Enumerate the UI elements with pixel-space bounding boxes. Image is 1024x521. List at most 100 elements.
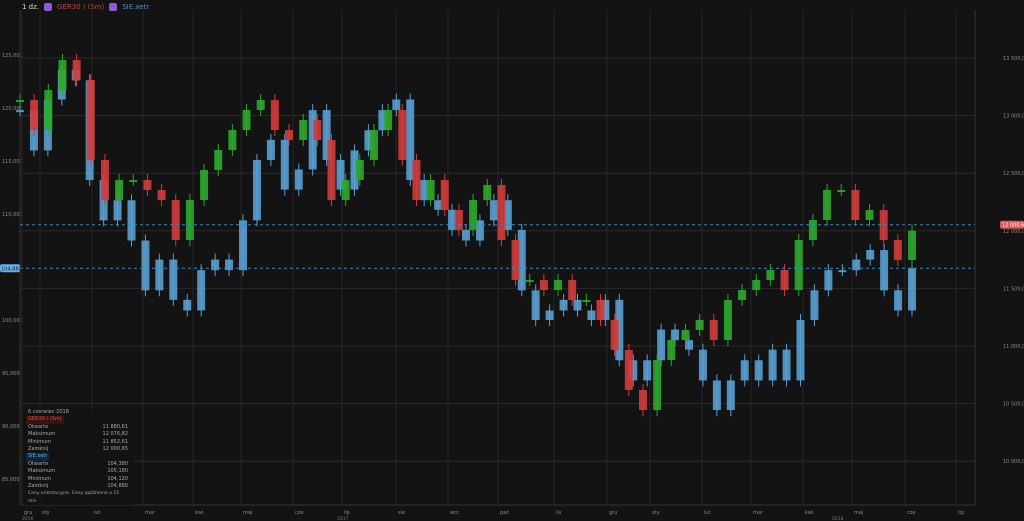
legend-value: 104,880 bbox=[107, 483, 128, 490]
candle-body bbox=[568, 279, 577, 301]
candle-body bbox=[643, 360, 652, 381]
candle-body bbox=[554, 279, 563, 291]
candle-body bbox=[681, 329, 690, 341]
right-last-price: 12 000,65 bbox=[1002, 223, 1024, 229]
x-axis-tick: gru bbox=[609, 510, 617, 516]
x-axis-tick: mar bbox=[753, 510, 764, 516]
left-axis-tick: 90,000 bbox=[2, 424, 20, 430]
x-axis-tick: cze bbox=[295, 510, 303, 516]
right-axis-tick: 12 000,00 bbox=[1003, 229, 1024, 235]
chart-toolbar: 1 dz. GER30 / (Sm) SIE.xetr bbox=[0, 0, 1024, 14]
interval-label[interactable]: 1 dz. bbox=[22, 3, 39, 11]
price-chart[interactable]: 13 500,00 13 000,00 12 500,00 12 000,00 11 5… bbox=[0, 0, 1024, 521]
legend-value: 11 880,61 bbox=[102, 423, 128, 430]
candle-body bbox=[266, 139, 275, 160]
candle-body bbox=[511, 240, 520, 280]
candle-body bbox=[299, 119, 308, 141]
candle-body bbox=[426, 179, 435, 201]
legend-s2-name: SIE.xetr bbox=[26, 453, 50, 461]
x-axis-tick: lip bbox=[958, 510, 964, 516]
candle-body bbox=[653, 360, 662, 411]
x-axis-tick: sty bbox=[652, 510, 660, 516]
candle-body bbox=[157, 190, 166, 201]
candle-body bbox=[525, 279, 534, 282]
candle-body bbox=[392, 99, 401, 111]
candle-body bbox=[573, 299, 582, 311]
candle-body bbox=[782, 349, 791, 381]
legend-label: Otwarte bbox=[28, 460, 49, 467]
candle-body bbox=[824, 270, 833, 291]
x-axis-tick: maj bbox=[243, 510, 252, 516]
candle-body bbox=[412, 159, 421, 201]
candle-body bbox=[369, 130, 378, 160]
candle-body bbox=[894, 290, 903, 311]
candle-body bbox=[462, 229, 470, 241]
candle-body bbox=[740, 360, 749, 381]
left-last-price: 104,880 bbox=[1, 266, 22, 272]
candle-body bbox=[72, 59, 81, 81]
x-axis-tick: sie bbox=[398, 510, 405, 516]
legend-s1-name: GER30 / (Sm) bbox=[26, 416, 64, 424]
candle-body bbox=[880, 250, 889, 291]
candle-body bbox=[780, 269, 789, 291]
candle-body bbox=[610, 319, 619, 351]
candle-body bbox=[129, 179, 138, 182]
legend-value: 11 852,61 bbox=[102, 438, 128, 445]
legend-row: Otwarte 104,380 bbox=[24, 461, 134, 468]
x-axis-tick: mar bbox=[145, 510, 156, 516]
candle-body bbox=[851, 190, 860, 220]
candle-body bbox=[242, 109, 251, 130]
right-axis-tick: 10 500,00 bbox=[1003, 402, 1024, 408]
candle-body bbox=[685, 340, 693, 350]
candle-body bbox=[171, 200, 180, 241]
candle-body bbox=[808, 219, 817, 241]
candle-body bbox=[754, 360, 763, 381]
candle-body bbox=[183, 299, 192, 311]
right-axis-tick: 12 500,00 bbox=[1003, 171, 1024, 177]
year-label: 2018 bbox=[832, 516, 844, 521]
candle-body bbox=[16, 100, 24, 103]
symbol1-label[interactable]: GER30 / (Sm) bbox=[57, 3, 104, 11]
candle-body bbox=[624, 350, 633, 391]
candle-body bbox=[908, 230, 916, 260]
candle-body bbox=[454, 210, 463, 230]
legend-label: Minimum bbox=[28, 475, 52, 482]
candle-body bbox=[709, 319, 718, 341]
candle-body bbox=[127, 200, 136, 241]
legend-row: Maksimum 105,180 bbox=[24, 468, 134, 475]
candle-body bbox=[545, 310, 554, 320]
candle-body bbox=[768, 349, 777, 381]
right-axis-tick: 13 000,00 bbox=[1003, 114, 1024, 120]
candle-body bbox=[280, 139, 289, 190]
legend-label: Zamknij bbox=[28, 446, 49, 453]
x-axis-tick: kwi bbox=[195, 510, 203, 516]
x-axis-tick: lis bbox=[556, 510, 562, 516]
candle-body bbox=[489, 200, 498, 221]
symbol2-label[interactable]: SIE.xetr bbox=[122, 3, 149, 11]
candle-body bbox=[893, 240, 902, 260]
x-axis-tick: lut bbox=[704, 510, 711, 516]
candle-body bbox=[908, 268, 916, 311]
candle-body bbox=[559, 299, 568, 311]
candle-body bbox=[582, 300, 591, 303]
legend-row: Zamknij 12 000,65 bbox=[24, 446, 134, 453]
candle-body bbox=[866, 250, 875, 260]
candle-body bbox=[752, 279, 761, 291]
legend-value: 12 000,65 bbox=[102, 446, 128, 453]
legend-value: 104,380 bbox=[107, 460, 128, 467]
candle-body bbox=[398, 109, 407, 160]
candle-body bbox=[823, 190, 832, 220]
candle-body bbox=[596, 300, 605, 320]
x-axis-tick: lut bbox=[94, 510, 101, 516]
candle-body bbox=[252, 159, 261, 221]
candle-body bbox=[865, 210, 874, 220]
candle-body bbox=[738, 290, 747, 301]
legend-row: Maksimum 12 076,82 bbox=[24, 431, 134, 438]
right-axis-tick: 11 000,00 bbox=[1003, 344, 1024, 350]
legend-label: Minimum bbox=[28, 438, 52, 445]
candle-body bbox=[200, 169, 209, 201]
candle-body bbox=[355, 159, 364, 180]
candle-body bbox=[143, 179, 152, 191]
candle-body bbox=[469, 200, 478, 230]
candle-body bbox=[115, 179, 124, 201]
